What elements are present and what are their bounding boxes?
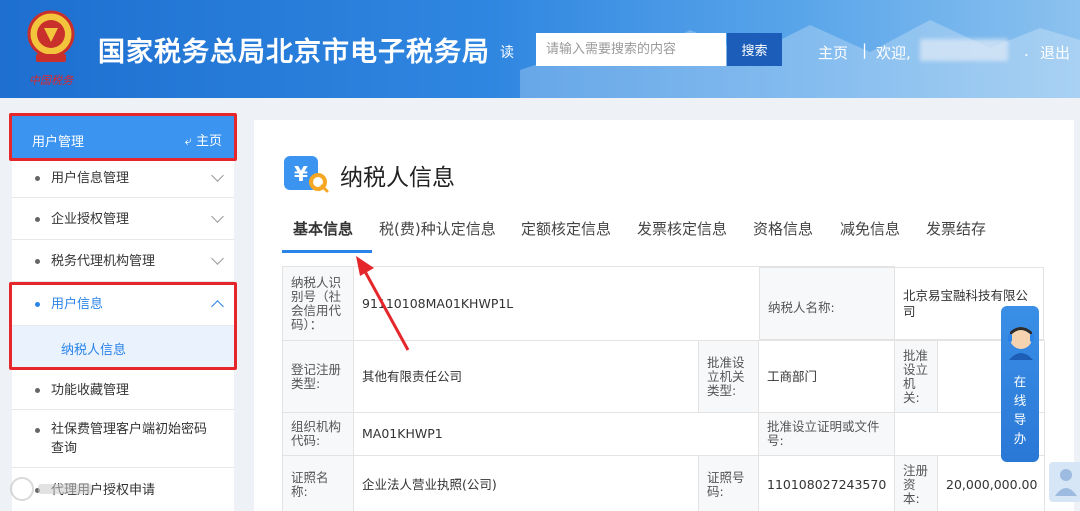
assistant-label: 在线导办 xyxy=(1001,372,1039,448)
person-icon xyxy=(1055,469,1077,496)
sidebar-item-label: 社保费管理客户端初始密码查询 xyxy=(51,422,208,456)
tab-exemption-info[interactable]: 减免信息 xyxy=(840,218,900,239)
license-name-value: 企业法人营业执照(公司) xyxy=(353,455,699,511)
corner-helper-icon[interactable] xyxy=(1049,462,1080,502)
watermark-logo xyxy=(10,477,92,501)
welcome-text: 欢迎, xyxy=(876,44,911,62)
tab-invoice-info[interactable]: 发票核定信息 xyxy=(637,218,727,239)
sidebar-item-label: 用户信息管理 xyxy=(51,171,130,186)
approval-doc-label: 批准设立证明或文件号: xyxy=(758,412,895,456)
annotation-arrow xyxy=(356,256,410,351)
registered-capital-value: 20,000,000.00 xyxy=(937,455,1045,511)
annotation-box-user-info xyxy=(9,282,237,370)
page-title: 纳税人信息 xyxy=(340,165,455,191)
bullet-icon xyxy=(35,388,40,393)
chevron-down-icon xyxy=(211,210,224,223)
bullet-icon xyxy=(35,176,40,181)
sidebar-item-label: 税务代理机构管理 xyxy=(51,254,156,269)
sidebar-item-enterprise-auth[interactable]: 企业授权管理 xyxy=(12,198,234,240)
sidebar-item-social-security-password[interactable]: 社保费管理客户端初始密码查询 xyxy=(12,410,234,468)
tab-basic-info[interactable]: 基本信息 xyxy=(293,218,353,239)
logout-link[interactable]: 退出 xyxy=(1040,42,1070,63)
registered-capital-label: 注册资本: xyxy=(894,455,938,511)
assistant-label-text: 在线导办 xyxy=(1013,374,1027,446)
bullet-icon xyxy=(35,217,40,222)
nav-separator: | xyxy=(862,41,868,59)
search-button[interactable]: 搜索 xyxy=(727,33,782,66)
sidebar-item-favorites[interactable]: 功能收藏管理 xyxy=(12,370,234,410)
table-row: 证照名称: 企业法人营业执照(公司) 证照号码: 110108027243570… xyxy=(282,455,1045,511)
sidebar-item-label: 功能收藏管理 xyxy=(51,383,130,398)
chevron-down-icon xyxy=(211,169,224,182)
bullet-icon xyxy=(35,428,40,433)
active-tab-indicator xyxy=(282,250,372,253)
nav-home-link[interactable]: 主页 xyxy=(818,42,848,63)
license-number-value: 110108027243570 xyxy=(758,455,895,511)
search-input[interactable] xyxy=(536,33,726,66)
approval-org-type-value: 工商部门 xyxy=(758,340,895,413)
site-header: 中国税务 国家税务总局北京市电子税务局 读 搜索 主页 | 欢迎, . 退出 xyxy=(0,0,1080,98)
chevron-down-icon xyxy=(211,252,224,265)
svg-text:¥: ¥ xyxy=(294,162,308,186)
taxpayer-id-label: 纳税人识别号（社会信用代码）： xyxy=(282,266,354,341)
redacted-username xyxy=(920,39,1008,61)
read-link[interactable]: 读 xyxy=(500,42,514,62)
tab-tax-type-info[interactable]: 税(费)种认定信息 xyxy=(379,218,496,239)
tax-emblem-logo: 中国税务 xyxy=(27,10,75,87)
tab-quota-info[interactable]: 定额核定信息 xyxy=(521,218,611,239)
sidebar-item-user-info-management[interactable]: 用户信息管理 xyxy=(12,158,234,198)
taxpayer-name-label: 纳税人名称: xyxy=(759,267,895,340)
approval-org-label: 批准设立机关: xyxy=(894,340,938,413)
org-code-label: 组织机构代码: xyxy=(282,412,354,456)
sidebar-item-label: 企业授权管理 xyxy=(51,212,130,227)
assistant-avatar-icon xyxy=(1008,327,1034,360)
registration-type-label: 登记注册类型: xyxy=(282,340,354,413)
sidebar-item-tax-agency[interactable]: 税务代理机构管理 xyxy=(12,240,234,282)
org-code-value: MA01KHWP1 xyxy=(353,412,759,456)
license-name-label: 证照名称: xyxy=(282,455,354,511)
annotation-box-user-management xyxy=(9,113,237,161)
bullet-icon xyxy=(35,259,40,264)
tab-qualification-info[interactable]: 资格信息 xyxy=(753,218,813,239)
tab-invoice-stock[interactable]: 发票结存 xyxy=(926,218,986,239)
license-number-label: 证照号码: xyxy=(698,455,759,511)
table-row: 组织机构代码: MA01KHWP1 批准设立证明或文件号: xyxy=(282,412,1045,456)
nav-dot: . xyxy=(1024,42,1029,60)
site-title: 国家税务总局北京市电子税务局 xyxy=(98,37,490,68)
taxpayer-info-icon: ¥ xyxy=(284,156,329,193)
approval-org-type-label: 批准设立机关类型: xyxy=(698,340,759,413)
svg-text:中国税务: 中国税务 xyxy=(29,74,74,87)
